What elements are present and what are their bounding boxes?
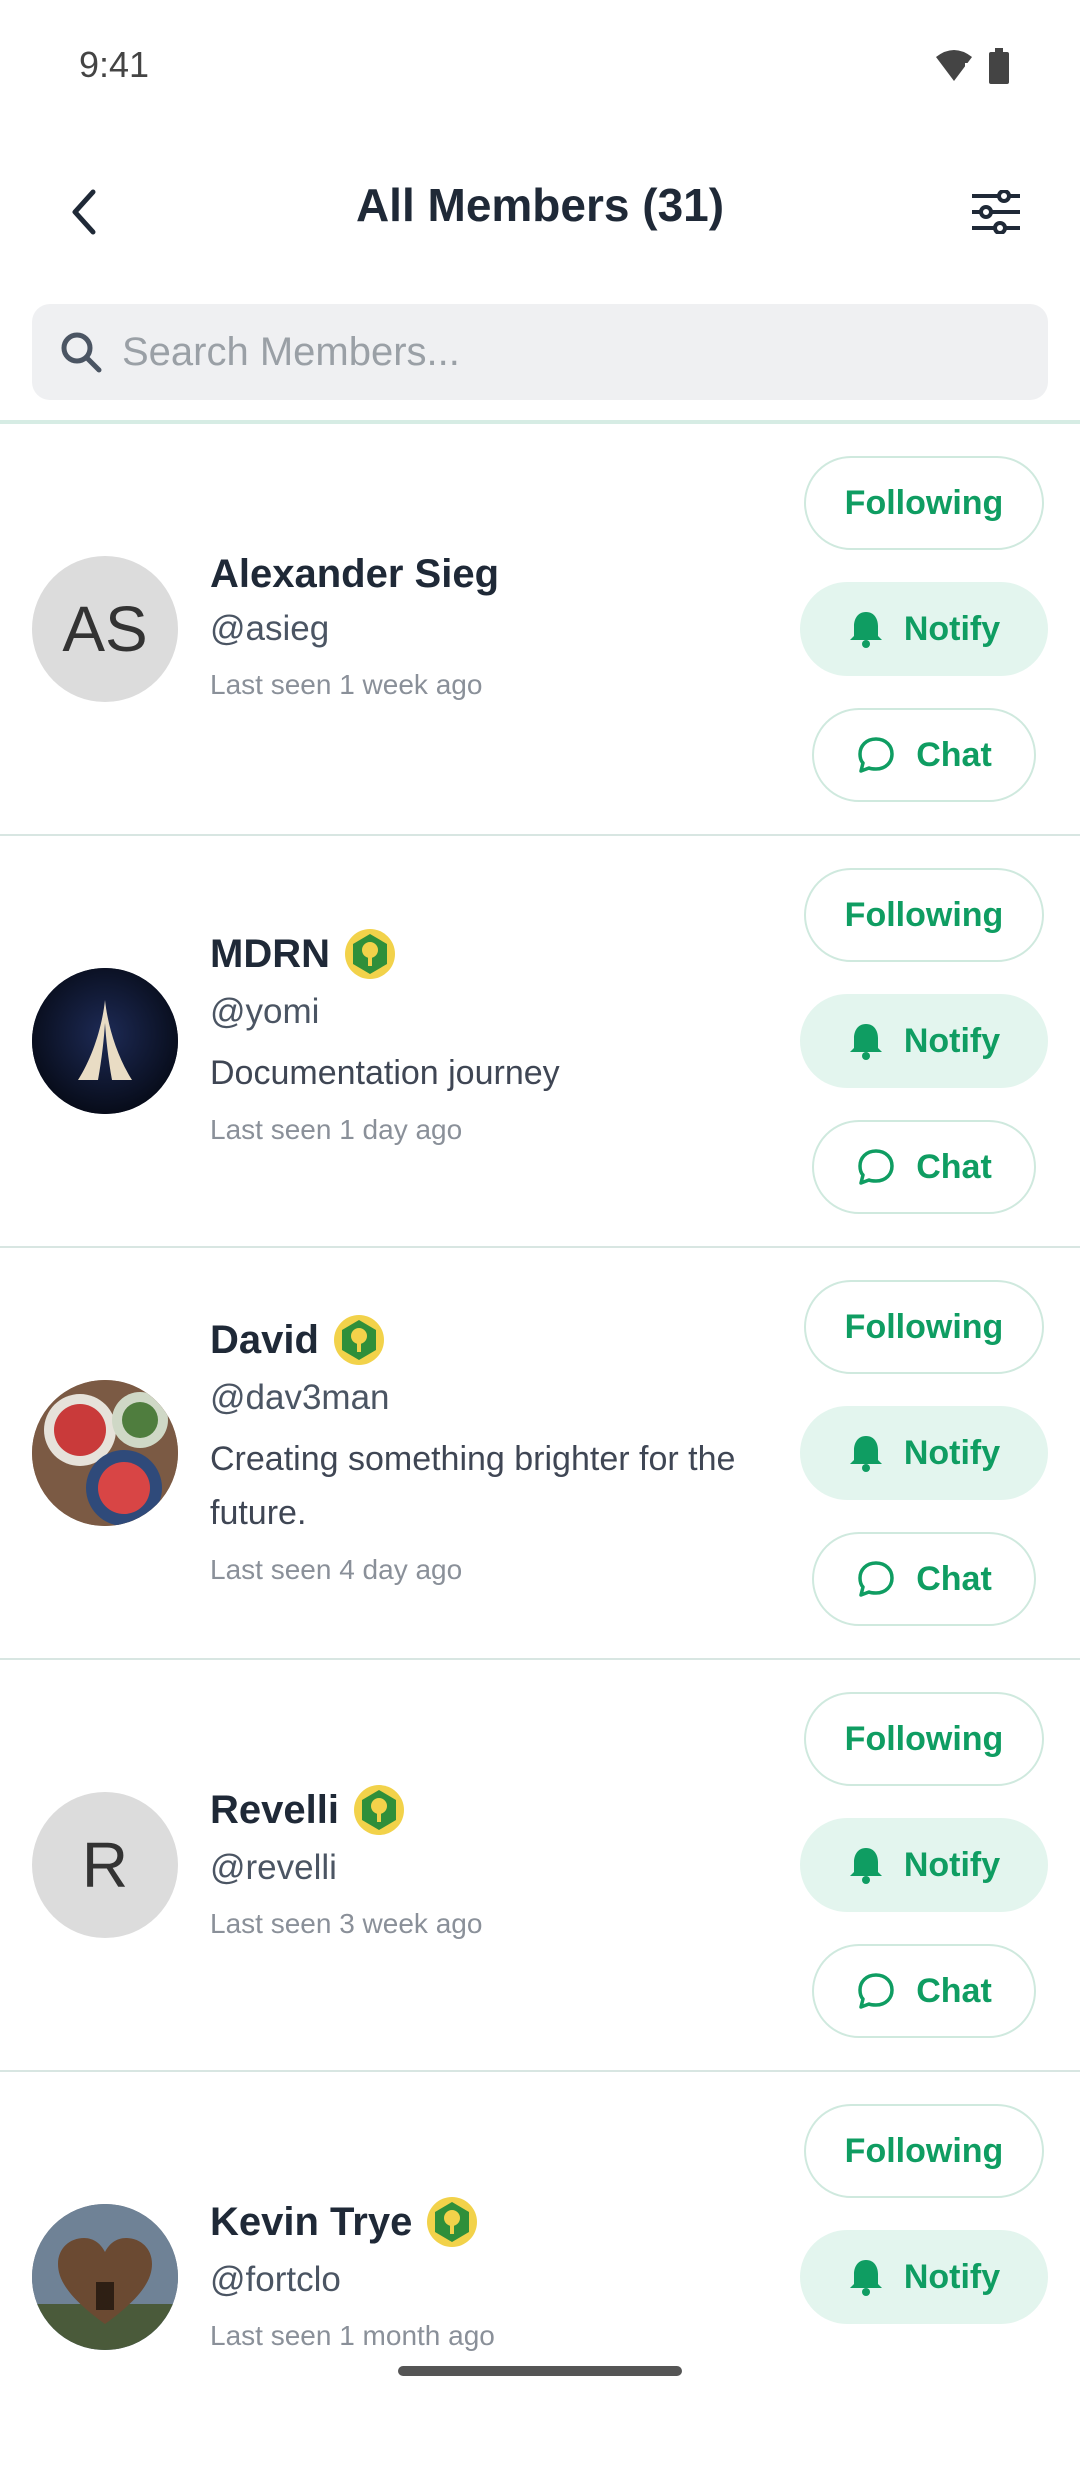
status-bar: 9:41	[0, 0, 1080, 130]
notify-button[interactable]: Notify	[800, 994, 1048, 1088]
notify-button[interactable]: Notify	[800, 582, 1048, 676]
member-card[interactable]: Kevin Trye @fortclo Last seen 1 month ag…	[0, 2072, 1080, 2482]
member-card[interactable]: David @dav3man Creating something bright…	[0, 1248, 1080, 1660]
wifi-icon	[936, 50, 972, 81]
chat-bubble-icon	[858, 1561, 894, 1597]
search-icon	[56, 327, 106, 377]
member-handle: @revelli	[210, 1848, 337, 1887]
member-bio: Creating something brighter for the futu…	[210, 1440, 736, 1532]
filter-button[interactable]	[964, 180, 1028, 244]
notify-button[interactable]: Notify	[800, 1818, 1048, 1912]
member-name: MDRN	[210, 931, 330, 976]
member-card[interactable]: MDRN @yomi Documentation journey Last se…	[0, 836, 1080, 1248]
following-button[interactable]: Following	[804, 1692, 1044, 1786]
member-info: Revelli @revelli Last seen 3 week ago	[210, 1784, 770, 1940]
member-info: Alexander Sieg @asieg Last seen 1 week a…	[210, 552, 770, 701]
member-info: MDRN @yomi Documentation journey Last se…	[210, 928, 770, 1146]
member-handle: @dav3man	[210, 1378, 390, 1417]
member-badge-icon	[344, 929, 395, 979]
last-seen: Last seen 3 week ago	[210, 1908, 483, 1939]
member-info: Kevin Trye @fortclo Last seen 1 month ag…	[210, 2196, 770, 2352]
home-indicator[interactable]	[398, 2366, 682, 2376]
header: All Members (31)	[0, 150, 1080, 270]
following-button[interactable]: Following	[804, 456, 1044, 550]
chat-bubble-icon	[858, 1973, 894, 2009]
member-info: David @dav3man Creating something bright…	[210, 1314, 770, 1586]
avatar	[32, 1380, 178, 1526]
search-input[interactable]	[120, 328, 1024, 376]
last-seen: Last seen 1 week ago	[210, 669, 483, 700]
member-handle: @asieg	[210, 609, 330, 648]
member-name: Alexander Sieg	[210, 552, 500, 596]
notify-button[interactable]: Notify	[800, 1406, 1048, 1500]
following-button[interactable]: Following	[804, 1280, 1044, 1374]
avatar-heart-house-image	[32, 2204, 178, 2350]
chat-button[interactable]: Chat	[812, 1120, 1036, 1214]
last-seen: Last seen 1 month ago	[210, 2320, 495, 2351]
status-time: 9:41	[79, 44, 150, 85]
chat-bubble-icon	[858, 1149, 894, 1185]
bell-icon	[849, 2260, 882, 2296]
avatar: R	[32, 1792, 178, 1938]
avatar-initials: AS	[62, 593, 148, 665]
member-name: Kevin Trye	[210, 2199, 413, 2244]
search-bar[interactable]	[32, 304, 1048, 400]
member-badge-icon	[333, 1315, 384, 1365]
avatar: AS	[32, 556, 178, 702]
bell-icon	[849, 1848, 882, 1884]
avatar-initials: R	[81, 1829, 129, 1901]
chat-bubble-icon	[858, 737, 894, 773]
chat-button[interactable]: Chat	[812, 1944, 1036, 2038]
notify-button[interactable]: Notify	[800, 2230, 1048, 2324]
last-seen: Last seen 4 day ago	[210, 1554, 463, 1585]
battery-icon	[989, 48, 1009, 84]
bell-icon	[849, 1436, 882, 1472]
last-seen: Last seen 1 day ago	[210, 1114, 463, 1145]
filter-sliders-icon	[972, 190, 1020, 234]
following-button[interactable]: Following	[804, 868, 1044, 962]
member-name: Revelli	[210, 1787, 339, 1832]
bell-icon	[849, 1024, 882, 1060]
avatar-food-image	[32, 1380, 178, 1526]
bell-icon	[849, 612, 882, 648]
member-name: David	[210, 1317, 319, 1362]
chat-button[interactable]: Chat	[812, 708, 1036, 802]
avatar	[32, 2204, 178, 2350]
page-title: All Members (31)	[355, 179, 725, 231]
member-handle: @fortclo	[210, 2260, 341, 2299]
avatar-logo-image	[32, 968, 178, 1114]
chat-button[interactable]: Chat	[812, 1532, 1036, 1626]
member-card[interactable]: R Revelli @revelli Last seen 3 week ago …	[0, 1660, 1080, 2072]
status-icons	[934, 48, 1010, 84]
member-badge-icon	[427, 2197, 478, 2247]
following-button[interactable]: Following	[804, 2104, 1044, 2198]
member-badge-icon	[353, 1785, 404, 1835]
member-handle: @yomi	[210, 992, 320, 1031]
avatar	[32, 968, 178, 1114]
member-card[interactable]: AS Alexander Sieg @asieg Last seen 1 wee…	[0, 424, 1080, 836]
member-bio: Documentation journey	[210, 1054, 560, 1092]
member-list: AS Alexander Sieg @asieg Last seen 1 wee…	[0, 424, 1080, 2482]
